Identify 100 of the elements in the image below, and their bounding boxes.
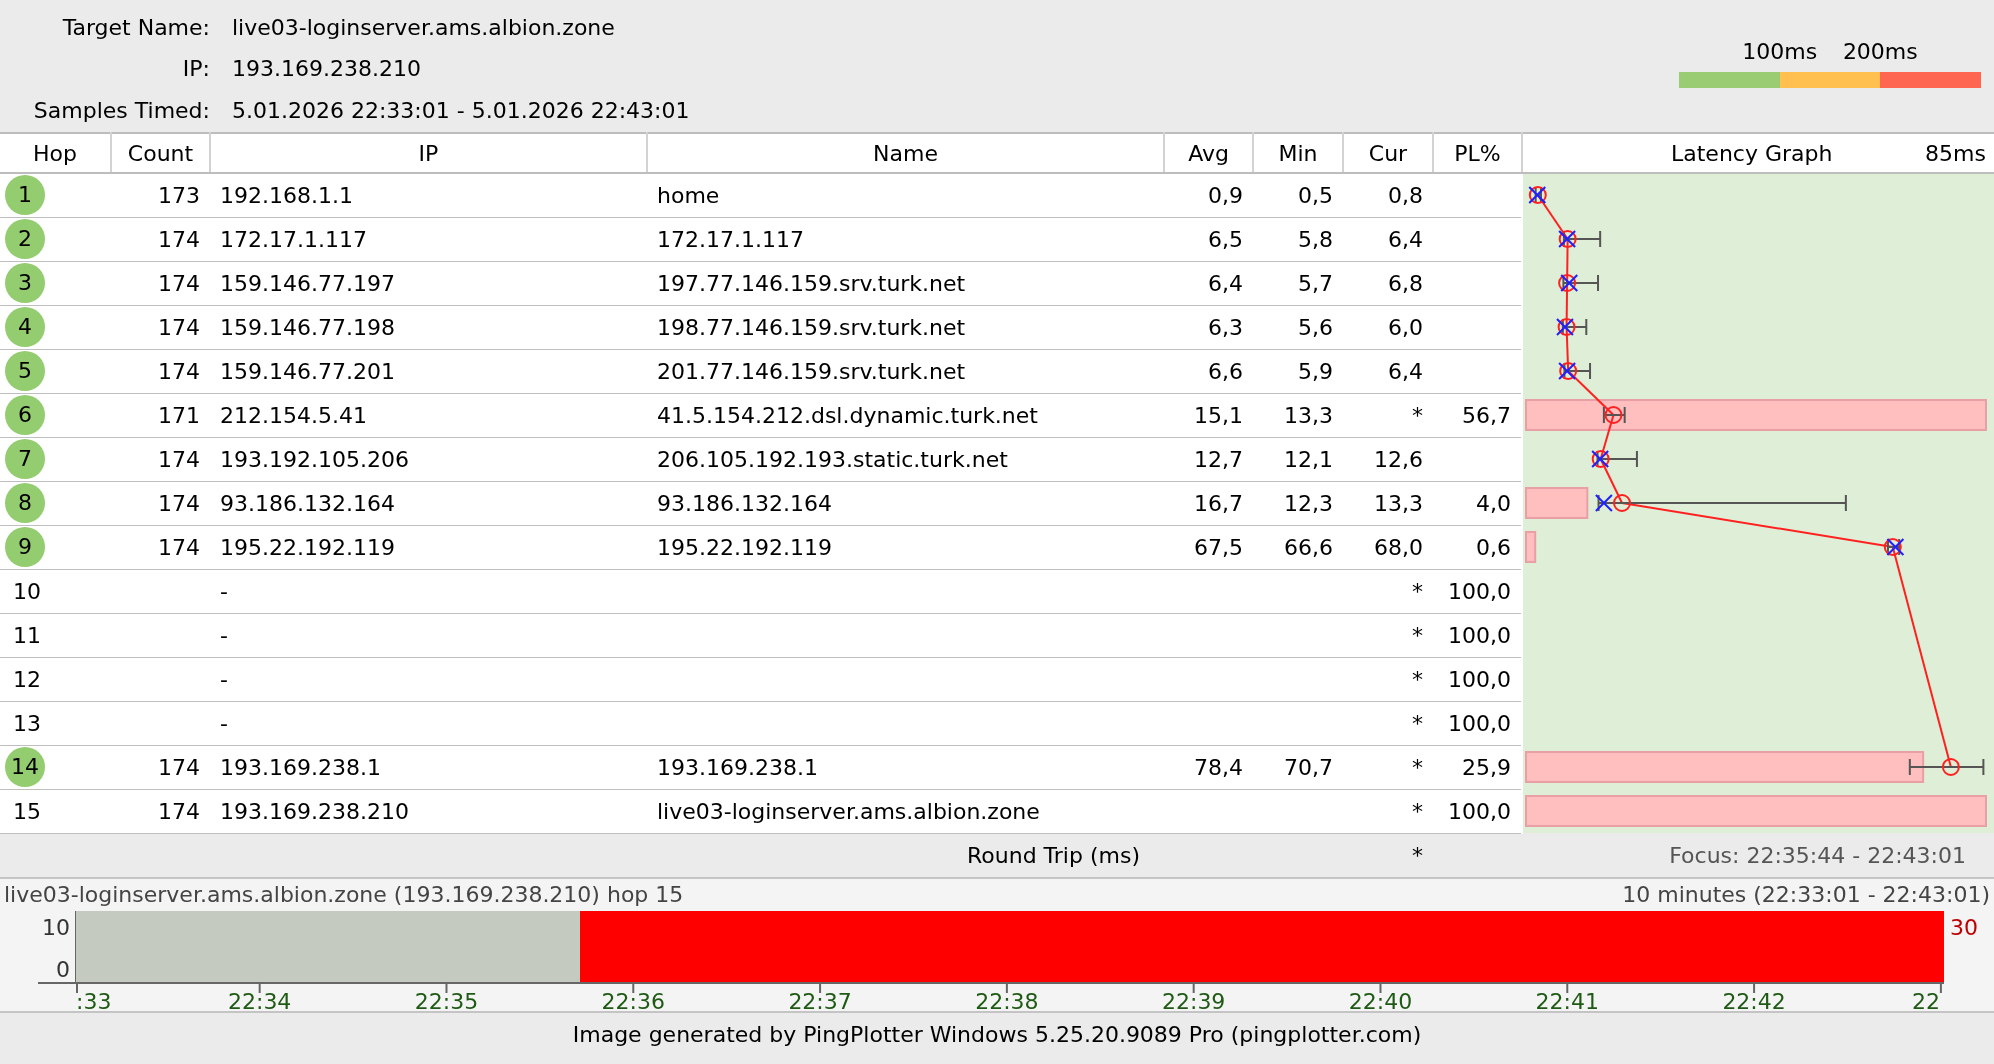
hop-number: 11	[12, 621, 41, 650]
column-header: IP	[210, 133, 647, 173]
axis-tick-label: 22:39	[1162, 989, 1226, 1011]
table-cell: 6,8	[1388, 270, 1423, 296]
table-cell: *	[1412, 666, 1423, 692]
table-cell: 41.5.154.212.dsl.dynamic.turk.net	[657, 402, 1038, 428]
latency-marker	[1556, 318, 1588, 336]
table-cell: 174	[158, 754, 200, 780]
table-cell: *	[1412, 402, 1423, 428]
table-cell: 70,7	[1284, 754, 1333, 780]
table-cell: *	[1412, 578, 1423, 604]
hop-number: 10	[12, 577, 41, 606]
table-cell: 6,0	[1388, 314, 1423, 340]
table-cell: 174	[158, 314, 200, 340]
table-cell: 13,3	[1374, 490, 1423, 516]
table-cell: 6,4	[1208, 270, 1243, 296]
column-header: Latency Graph	[1671, 139, 1833, 168]
table-cell: 172.17.1.117	[657, 226, 804, 252]
table-cell: 66,6	[1284, 534, 1333, 560]
axis-tick-label: 0	[56, 957, 70, 982]
table-cell: 93.186.132.164	[657, 490, 832, 516]
column-header: Name	[647, 133, 1164, 173]
table-cell: -	[220, 622, 228, 648]
table-cell: 197.77.146.159.srv.turk.net	[657, 270, 966, 296]
table-cell: 13,3	[1284, 402, 1333, 428]
hop-number: 14	[5, 747, 45, 787]
table-cell: -	[220, 578, 228, 604]
axis-tick-label: 22:36	[601, 989, 665, 1011]
axis-tick-label: 22:42	[1722, 989, 1786, 1011]
axis-tick-label: :33	[76, 989, 112, 1011]
axis-tick-label: 22	[1912, 989, 1940, 1011]
table-cell: 174	[158, 534, 200, 560]
axis-tick-label: 22:40	[1348, 989, 1413, 1011]
table-cell: 5,9	[1298, 358, 1333, 384]
table-cell: 195.22.192.119	[657, 534, 832, 560]
axis-title: Round Trip (ms)	[967, 842, 1140, 868]
table-cell: 212.154.5.41	[220, 402, 367, 428]
table-cell: 6,4	[1388, 226, 1423, 252]
table-cell: 16,7	[1194, 490, 1243, 516]
time-range: 10 minutes (22:33:01 - 22:43:01)	[1622, 881, 1990, 909]
hop-number: 12	[12, 665, 41, 694]
table-cell: 100,0	[1448, 622, 1511, 648]
table-cell: 12,1	[1284, 446, 1333, 472]
table-cell: 15,1	[1194, 402, 1243, 428]
table-cell: 12,3	[1284, 490, 1333, 516]
table-cell: 6,5	[1208, 226, 1243, 252]
table-cell: 100,0	[1448, 578, 1511, 604]
latency-marker	[1558, 362, 1592, 380]
column-header: Avg	[1164, 133, 1253, 173]
field-value: live03-loginserver.ams.albion.zone	[232, 14, 616, 42]
latency-marker	[1558, 274, 1600, 292]
axis-tick-label: 22:38	[975, 989, 1039, 1011]
table-cell: 100,0	[1448, 710, 1511, 736]
table-cell: 195.22.192.119	[220, 534, 395, 560]
hop-number: 15	[12, 797, 41, 826]
field-label: Samples Timed:	[32, 96, 210, 125]
column-header: Count	[111, 133, 210, 173]
column-header: Hop	[0, 133, 111, 173]
table-cell: 192.168.1.1	[220, 182, 353, 208]
table-cell: 193.192.105.206	[220, 446, 409, 472]
packet-loss-bar	[1525, 531, 1537, 563]
focus-range: Focus: 22:35:44 - 22:43:01	[1669, 842, 1966, 868]
axis-tick-label: 22:37	[788, 989, 852, 1011]
scale-label: 85ms	[1925, 139, 1986, 168]
table-cell: 0,6	[1476, 534, 1511, 560]
field-label: Target Name:	[61, 14, 210, 42]
table-cell: 174	[158, 358, 200, 384]
hop-number: 3	[5, 263, 45, 303]
table-cell: 56,7	[1462, 402, 1511, 428]
table-cell: 6,3	[1208, 314, 1243, 340]
table-cell: 0,5	[1298, 182, 1333, 208]
latency-marker	[1883, 538, 1905, 556]
table-cell: 4,0	[1476, 490, 1511, 516]
scale-label: 200ms	[1842, 38, 1918, 66]
table-cell: 6,6	[1208, 358, 1243, 384]
field-value: 193.169.238.210	[232, 55, 422, 84]
table-cell: 174	[158, 446, 200, 472]
column-header: Min	[1253, 133, 1343, 173]
axis-tick-label: 10	[42, 915, 70, 940]
column-header: PL%	[1433, 133, 1522, 173]
hop-number: 2	[5, 219, 45, 259]
table-cell: 5,8	[1298, 226, 1333, 252]
table-cell: 100,0	[1448, 666, 1511, 692]
table-cell: 171	[158, 402, 200, 428]
table-cell: 78,4	[1194, 754, 1243, 780]
latency-marker	[1528, 186, 1547, 204]
table-cell: -	[220, 666, 228, 692]
axis-tick-label: 22:35	[414, 989, 479, 1011]
hop-number: 13	[12, 709, 41, 738]
table-cell: 6,4	[1388, 358, 1423, 384]
table-cell: *	[1412, 842, 1423, 868]
scale-label: 100ms	[1742, 38, 1818, 66]
axis-tick-label: 22:34	[228, 989, 292, 1011]
axis-max-label: 30	[1950, 915, 1978, 940]
field-label: IP:	[181, 55, 210, 84]
table-cell: 173	[158, 182, 200, 208]
axis-tick-label: 22:41	[1535, 989, 1599, 1011]
table-cell: 159.146.77.197	[220, 270, 395, 296]
table-cell: 174	[158, 270, 200, 296]
table-cell: 159.146.77.198	[220, 314, 395, 340]
